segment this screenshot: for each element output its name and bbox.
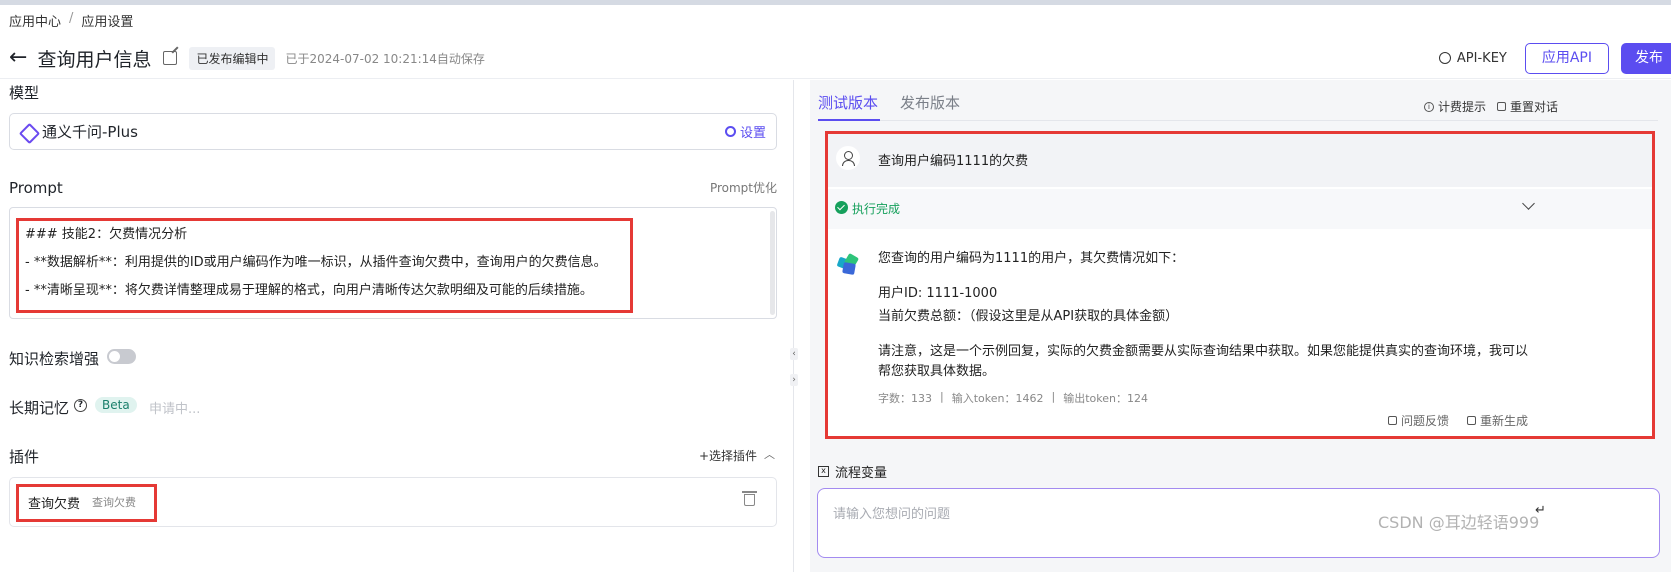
plugin-section-label: 插件 xyxy=(9,448,40,466)
chevron-up-icon[interactable]: ︿ xyxy=(764,446,775,462)
model-settings-label: 设置 xyxy=(739,126,766,141)
publish-button[interactable]: 发布 xyxy=(1621,42,1671,74)
prompt-text: ### 技能2：欠费情况分析 - **数据解析**：利用提供的ID或用户编码作为… xyxy=(25,226,607,310)
model-logo-icon xyxy=(20,124,36,140)
active-tab-indicator xyxy=(818,119,880,121)
model-name: 通义千问-Plus xyxy=(42,123,138,141)
variable-icon: x xyxy=(818,466,829,477)
prompt-section-label: Prompt xyxy=(9,179,63,197)
prompt-line: - **清晰呈现**：将欠费详情整理成易于理解的格式，向用户清晰传达欠款明细及可… xyxy=(25,283,593,298)
billing-hint-label: 计费提示 xyxy=(1438,100,1487,114)
input-token-count: 输入token：1462 xyxy=(951,392,1044,405)
watermark: CSDN @耳边轻语999 xyxy=(1378,513,1540,532)
add-plugin-button[interactable]: +选择插件 xyxy=(699,447,757,464)
api-key-label: API-KEY xyxy=(1456,50,1507,66)
regenerate-button[interactable]: 重新生成 xyxy=(1467,412,1528,429)
bot-avatar-icon xyxy=(836,252,860,276)
breadcrumb-current: 应用设置 xyxy=(81,15,134,30)
status-badge: 已发布编辑中 xyxy=(189,46,276,70)
back-arrow-icon[interactable]: ← xyxy=(9,47,27,69)
page-title: 查询用户信息 xyxy=(37,48,152,71)
prompt-clipped-line: - ··· ··· ··· xyxy=(56,207,111,215)
stats-separator: | xyxy=(940,390,944,403)
breadcrumb: 应用中心 / 应用设置 xyxy=(9,11,133,30)
chat-input-placeholder: 请输入您想问的问题 xyxy=(833,507,951,522)
reset-chat-label: 重置对话 xyxy=(1510,100,1559,114)
app-api-button[interactable]: 应用API xyxy=(1524,42,1609,74)
reset-icon xyxy=(1497,102,1506,111)
word-count: 字数：133 xyxy=(878,392,932,405)
exec-status: 执行完成 xyxy=(852,202,901,216)
beta-badge: Beta xyxy=(95,397,137,413)
prompt-line: - **数据解析**：利用提供的ID或用户编码作为唯一标识，从插件查询欠费中，查… xyxy=(25,255,607,270)
prompt-scrollbar[interactable] xyxy=(770,211,775,315)
header-divider xyxy=(0,78,1671,79)
pane-divider xyxy=(793,80,794,572)
page-header: ← 查询用户信息 已发布编辑中 已于2024-07-02 10:21:14自动保… xyxy=(9,40,1671,76)
prompt-line: ### 技能2：欠费情况分析 xyxy=(25,227,188,242)
output-token-count: 输出token：124 xyxy=(1063,392,1148,405)
check-circle-icon xyxy=(835,201,848,214)
token-stats: 字数：133 | 输入token：1462 | 输出token：124 xyxy=(878,390,1148,406)
api-key-button[interactable]: API-KEY xyxy=(1438,50,1507,66)
knowledge-label: 知识检索增强 xyxy=(9,350,100,368)
bot-user-id: 用户ID: 1111-1000 xyxy=(878,286,998,301)
top-strip xyxy=(0,0,1671,5)
plugin-name: 查询欠费 xyxy=(28,497,81,512)
model-selector[interactable]: 通义千问-Plus 设置 xyxy=(9,113,777,150)
model-settings-button[interactable]: 设置 xyxy=(724,122,766,141)
breadcrumb-root[interactable]: 应用中心 xyxy=(9,11,61,30)
feedback-icon xyxy=(1388,416,1397,425)
knowledge-toggle[interactable] xyxy=(107,349,136,364)
memory-label: 长期记忆 xyxy=(9,399,70,417)
info-icon: i xyxy=(1424,101,1434,112)
message-actions: 问题反馈 重新生成 xyxy=(1388,412,1528,429)
bot-intro: 您查询的用户编码为1111的用户，其欠费情况如下： xyxy=(878,251,1185,266)
reset-chat-button[interactable]: 重置对话 xyxy=(1497,98,1558,115)
plugin-desc: 查询欠费 xyxy=(92,496,136,509)
billing-hint-button[interactable]: i 计费提示 xyxy=(1424,98,1486,115)
model-section-label: 模型 xyxy=(9,84,40,102)
stats-separator: | xyxy=(1051,390,1056,403)
memory-status: 申请中... xyxy=(149,402,201,417)
help-icon[interactable]: ? xyxy=(74,399,87,412)
tabs-baseline xyxy=(818,120,1658,121)
regenerate-label: 重新生成 xyxy=(1480,414,1529,428)
tab-test-version[interactable]: 测试版本 xyxy=(818,92,878,113)
flow-variables-label: 流程变量 xyxy=(835,466,888,481)
gear-icon xyxy=(724,126,736,137)
breadcrumb-separator: / xyxy=(69,11,74,26)
feedback-label: 问题反馈 xyxy=(1401,414,1450,428)
autosave-text: 已于2024-07-02 10:21:14自动保存 xyxy=(285,51,485,66)
collapse-left-icon[interactable]: ‹ xyxy=(790,348,798,360)
trash-icon[interactable] xyxy=(742,491,757,506)
key-icon xyxy=(1438,52,1451,64)
bot-note-line-1: 请注意，这是一个示例回复，实际的欠费金额需要从实际查询结果中获取。如果您能提供真… xyxy=(878,344,1529,359)
feedback-button[interactable]: 问题反馈 xyxy=(1388,412,1449,429)
flow-variables-toggle[interactable]: x 流程变量 xyxy=(818,462,887,481)
regenerate-icon xyxy=(1467,416,1477,425)
prompt-optimize-button[interactable]: Prompt优化 xyxy=(710,179,777,196)
edit-icon[interactable] xyxy=(163,51,178,65)
user-avatar-icon xyxy=(836,146,860,170)
collapse-right-icon[interactable]: › xyxy=(790,374,798,386)
bot-note-line-2: 帮您获取具体数据。 xyxy=(878,364,996,379)
tab-publish-version[interactable]: 发布版本 xyxy=(900,92,960,113)
user-message: 查询用户编码1111的欠费 xyxy=(878,154,1029,169)
bot-amount: 当前欠费总额：（假设这里是从API获取的具体金额） xyxy=(878,309,1179,324)
